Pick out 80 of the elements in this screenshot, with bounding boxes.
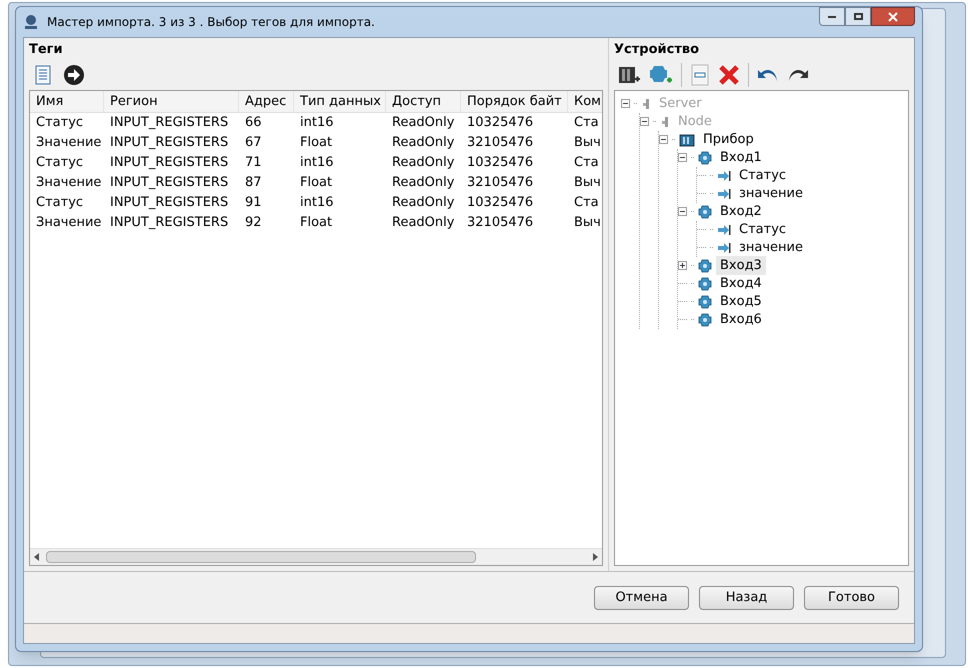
column-header[interactable]: Доступ <box>386 90 461 112</box>
table-cell-text: Выч <box>573 214 602 232</box>
gear-icon <box>698 258 712 272</box>
gear-icon <box>698 312 712 326</box>
table-cell-text: Float <box>299 214 334 232</box>
table-cell-text: Значение <box>35 134 102 152</box>
table-cell-text: 87 <box>244 174 263 192</box>
arrow-icon <box>717 242 731 254</box>
table-cell-text: 10325476 <box>466 154 534 172</box>
table-cell-text: Значение <box>35 174 102 192</box>
window-title: Мастер импорта. 3 из 3 . Выбор тегов для импорта. <box>47 14 375 31</box>
table-cell-text: 10325476 <box>466 194 534 212</box>
table-cell-text: Ста <box>573 194 600 212</box>
table-cell-text: Статус <box>35 194 84 212</box>
table-cell-text: INPUT_REGISTERS <box>109 154 230 172</box>
close-button[interactable] <box>871 7 915 26</box>
gear-icon <box>698 204 712 218</box>
table-cell-text: Float <box>299 134 334 152</box>
app-logo-icon <box>23 14 39 30</box>
table-cell-text: INPUT_REGISTERS <box>109 174 230 192</box>
gear-icon <box>698 276 712 290</box>
close-icon <box>888 12 898 22</box>
delete-icon[interactable] <box>718 64 740 86</box>
dialog-button[interactable]: Отмена <box>594 586 689 610</box>
node-icon <box>660 114 670 128</box>
table-cell-text: int16 <box>299 114 334 132</box>
horizontal-scrollbar[interactable] <box>30 548 602 565</box>
table-cell-text: INPUT_REGISTERS <box>109 214 230 232</box>
column-header[interactable]: Порядок байт <box>461 90 568 112</box>
scroll-right-icon[interactable] <box>592 553 598 561</box>
dialog-button[interactable]: Назад <box>699 586 794 610</box>
panel-title: Теги <box>29 41 64 59</box>
arrow-icon <box>717 188 731 200</box>
column-header[interactable]: Адрес <box>239 90 294 112</box>
table-cell-text: 91 <box>244 194 263 212</box>
table-cell-text: INPUT_REGISTERS <box>109 114 230 132</box>
tag-file-icon[interactable] <box>690 64 710 86</box>
table-cell-text: 66 <box>244 114 263 132</box>
table-cell-text: ReadOnly <box>391 214 456 232</box>
minimize-button[interactable] <box>819 7 845 26</box>
table-cell-text: 67 <box>244 134 263 152</box>
arrow-icon <box>717 170 731 182</box>
table-cell-text: Значение <box>35 214 102 232</box>
table-cell-text: 32105476 <box>466 134 534 152</box>
table-cell-text: Ста <box>573 154 600 172</box>
table-cell-text: Выч <box>573 134 602 152</box>
maximize-button[interactable] <box>845 7 871 26</box>
table-cell-text: int16 <box>299 194 334 212</box>
table-cell-text: INPUT_REGISTERS <box>109 194 230 212</box>
server-icon <box>641 96 651 110</box>
table-cell-text: ReadOnly <box>391 114 456 132</box>
table-cell-text: ReadOnly <box>391 174 456 192</box>
table-cell-text: Ста <box>573 114 600 132</box>
table-cell-text: 10325476 <box>466 114 534 132</box>
column-header[interactable]: Регион <box>104 90 239 112</box>
gear-add-icon[interactable] <box>649 64 673 86</box>
table-cell-text: int16 <box>299 154 334 172</box>
table-cell-text: 32105476 <box>466 214 534 232</box>
table-cell-text: ReadOnly <box>391 194 456 212</box>
device-icon <box>679 132 695 146</box>
document-icon[interactable] <box>35 64 51 84</box>
panel-title: Устройство <box>614 41 700 59</box>
gear-icon <box>698 150 712 164</box>
table-cell-text: ReadOnly <box>391 134 456 152</box>
table-cell-text: 92 <box>244 214 263 232</box>
gear-icon <box>698 294 712 308</box>
table-cell-text: 32105476 <box>466 174 534 192</box>
dialog-button[interactable]: Готово <box>804 586 899 610</box>
arrow-icon <box>717 224 731 236</box>
table-cell-text: Выч <box>573 174 602 192</box>
table-cell-text: INPUT_REGISTERS <box>109 134 230 152</box>
table-cell-text: Float <box>299 174 334 192</box>
column-header[interactable]: Имя <box>30 90 104 112</box>
column-header[interactable]: Тип данных <box>294 90 386 112</box>
forward-icon[interactable] <box>63 64 85 86</box>
table-cell-text: 71 <box>244 154 263 172</box>
table-cell-text: Статус <box>35 154 84 172</box>
table-cell-text: ReadOnly <box>391 154 456 172</box>
column-header[interactable]: Ком <box>568 90 602 112</box>
table-cell-text: Статус <box>35 114 84 132</box>
